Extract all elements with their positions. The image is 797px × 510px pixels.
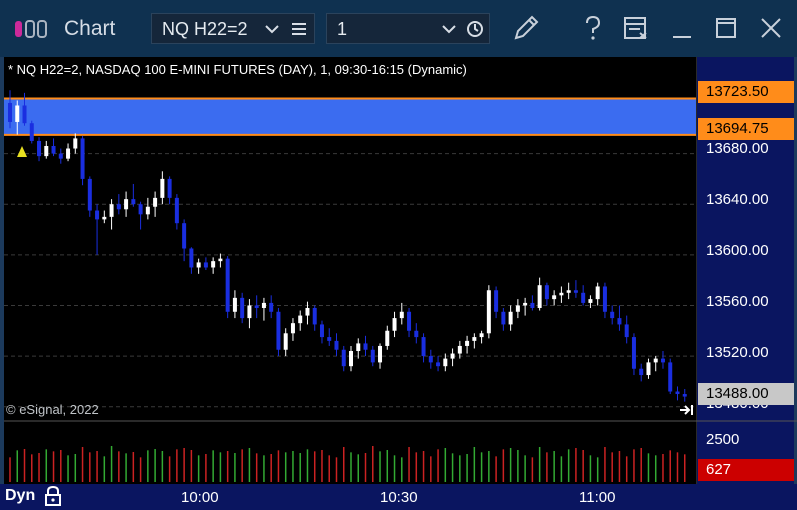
- axis-divider: [696, 57, 697, 484]
- title-bar: Chart NQ H22=2 1: [0, 0, 797, 57]
- last-price-badge: 13488.00: [698, 383, 794, 405]
- chevron-down-icon[interactable]: [439, 18, 459, 40]
- close-icon[interactable]: [755, 12, 787, 44]
- help-icon[interactable]: [577, 12, 609, 44]
- price-tick-label: 13680.00: [706, 140, 769, 157]
- last-volume-badge: 627: [698, 459, 794, 481]
- pencil-icon[interactable]: [510, 12, 542, 44]
- time-tick-label: 10:00: [181, 489, 219, 506]
- zone-top-price-badge: 13723.50: [698, 81, 794, 103]
- list-menu-icon[interactable]: [290, 18, 308, 40]
- price-tick-label: 13520.00: [706, 344, 769, 361]
- chart-app-icon: [15, 20, 47, 38]
- interval-selector[interactable]: 1: [326, 13, 490, 44]
- symbol-value: NQ H22=2: [162, 19, 248, 39]
- minimize-icon[interactable]: [666, 12, 698, 44]
- chart-header: * NQ H22=2, NASDAQ 100 E-MINI FUTURES (D…: [8, 62, 467, 77]
- lock-icon[interactable]: [43, 485, 63, 507]
- maximize-icon[interactable]: [710, 12, 742, 44]
- scroll-to-end-icon[interactable]: [678, 402, 696, 418]
- volume-scale-label: 2500: [706, 431, 740, 448]
- time-tick-label: 10:30: [380, 489, 418, 506]
- interval-value: 1: [337, 19, 348, 39]
- time-tick-label: 11:00: [579, 489, 616, 506]
- price-tick-label: 13600.00: [706, 242, 769, 259]
- chevron-down-icon[interactable]: [262, 18, 282, 40]
- chart-plot-area[interactable]: [4, 57, 794, 484]
- zone-bottom-price-badge: 13694.75: [698, 118, 794, 140]
- clock-icon[interactable]: [465, 18, 485, 40]
- price-tick-label: 13640.00: [706, 191, 769, 208]
- symbol-selector[interactable]: NQ H22=2: [151, 13, 315, 44]
- dynamic-mode-label[interactable]: Dyn: [5, 487, 35, 505]
- chart-window: Chart NQ H22=2 1 * NQ H22=2, NASDAQ 100 …: [0, 0, 797, 510]
- copyright-notice: © eSignal, 2022: [6, 402, 99, 417]
- window-title: Chart: [64, 17, 116, 40]
- price-tick-label: 13560.00: [706, 293, 769, 310]
- layout-icon[interactable]: [620, 12, 652, 44]
